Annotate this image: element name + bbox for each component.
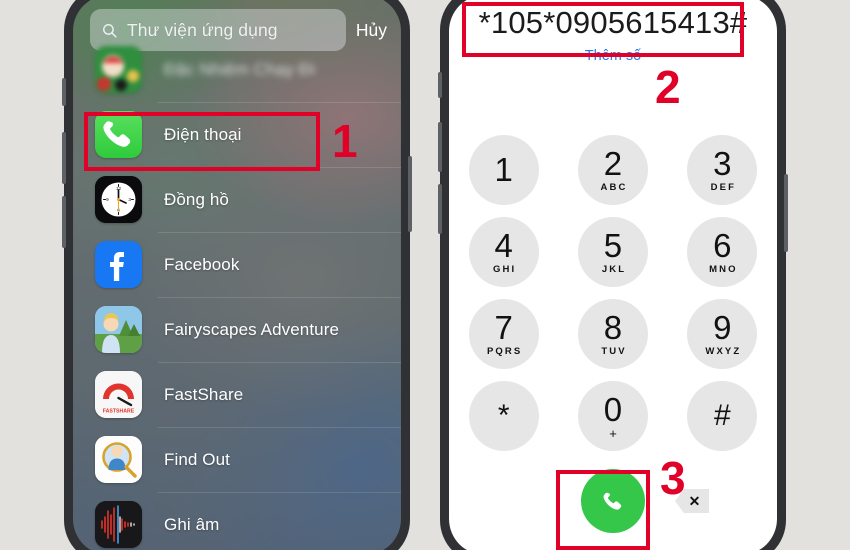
sidebar-item-fairyscapes[interactable]: Fairyscapes Adventure — [73, 297, 401, 362]
dialpad-key-9[interactable]: 9 WXYZ — [687, 299, 758, 369]
power-button[interactable] — [408, 156, 412, 232]
dialpad-key-8[interactable]: 8 TUV — [577, 299, 648, 369]
key-letters: WXYZ — [705, 346, 742, 357]
dialpad-key-star[interactable]: * — [468, 381, 539, 451]
key-letters: ABC — [600, 182, 628, 193]
phone-bezel: Thư viện ứng dụng Hủy Đặc Nhiệm Chạy Đi … — [62, 0, 412, 550]
svg-text:3: 3 — [128, 197, 131, 202]
search-icon — [103, 23, 117, 38]
dialpad-key-3[interactable]: 3 DEF — [687, 135, 758, 205]
phone-handset-glyph — [103, 121, 131, 147]
key-digit: * — [497, 399, 510, 432]
waveform-glyph — [95, 501, 142, 548]
sidebar-item-voice-memos[interactable]: Ghi âm — [73, 492, 401, 550]
phone-app-icon — [95, 111, 142, 158]
mute-switch[interactable] — [438, 72, 442, 98]
sidebar-item-label: Đồng hồ — [164, 189, 229, 209]
dialer-screen: *105*0905615413# Thêm số 1 2 ABC 3 DEF 4… — [449, 0, 777, 550]
clock-face-glyph: 12 3 6 9 — [95, 176, 142, 223]
sidebar-item-clock[interactable]: 12 3 6 9 Đồng hồ — [73, 167, 401, 232]
mute-switch[interactable] — [62, 78, 66, 106]
volume-up-button[interactable] — [62, 132, 66, 184]
power-button[interactable] — [784, 174, 788, 252]
volume-down-button[interactable] — [62, 196, 66, 248]
add-number-link[interactable]: Thêm số — [449, 47, 777, 65]
dialpad-key-6[interactable]: 6 MNO — [687, 217, 758, 287]
right-phone-dialer: *105*0905615413# Thêm số 1 2 ABC 3 DEF 4… — [438, 0, 788, 550]
fastshare-app-icon: FASTSHARE — [95, 371, 142, 418]
sidebar-item-label: Điện thoại — [164, 124, 242, 144]
backspace-icon: ✕ — [688, 492, 701, 509]
dialpad-key-1[interactable]: 1 — [468, 135, 539, 205]
fairyscapes-art — [95, 306, 142, 353]
sidebar-item-findout[interactable]: Find Out — [73, 427, 401, 492]
fastshare-gauge-glyph: FASTSHARE — [95, 371, 142, 418]
key-digit: # — [713, 399, 731, 432]
annotation-number-2: 2 — [655, 61, 681, 113]
dialpad: 1 2 ABC 3 DEF 4 GHI 5 JKL 6 MNO 7 PQRS 8… — [449, 135, 777, 451]
volume-down-button[interactable] — [438, 184, 442, 234]
dialpad-key-4[interactable]: 4 GHI — [468, 217, 539, 287]
findout-magnifier-glyph — [95, 436, 142, 483]
phone-screen-bezel: *105*0905615413# Thêm số 1 2 ABC 3 DEF 4… — [449, 0, 777, 550]
phone-bezel: *105*0905615413# Thêm số 1 2 ABC 3 DEF 4… — [438, 0, 788, 550]
key-letters: TUV — [601, 346, 627, 357]
call-button[interactable] — [581, 469, 645, 533]
volume-up-button[interactable] — [438, 122, 442, 172]
findout-app-icon — [95, 436, 142, 483]
call-row: ✕ — [449, 469, 777, 539]
list-item-label: Đặc Nhiệm Chạy Đi — [164, 59, 315, 79]
dialpad-key-2[interactable]: 2 ABC — [577, 135, 648, 205]
key-digit: 6 — [713, 227, 732, 264]
app-library-screen: Thư viện ứng dụng Hủy Đặc Nhiệm Chạy Đi … — [73, 0, 401, 550]
phone-handset-icon — [603, 492, 621, 510]
christmas-game-art — [95, 46, 142, 93]
sidebar-item-fastshare[interactable]: FASTSHARE FastShare — [73, 362, 401, 427]
key-letters: MNO — [709, 264, 738, 275]
svg-text:FASTSHARE: FASTSHARE — [103, 409, 135, 415]
christmas-game-icon — [95, 46, 142, 93]
key-letters: GHI — [493, 264, 517, 275]
sidebar-item-label: FastShare — [164, 384, 244, 404]
key-digit: 8 — [603, 309, 623, 346]
key-letters: + — [609, 426, 617, 441]
fairyscapes-app-icon — [95, 306, 142, 353]
key-digit: 1 — [494, 151, 513, 188]
left-phone-app-library: Thư viện ứng dụng Hủy Đặc Nhiệm Chạy Đi … — [62, 0, 412, 550]
dialpad-key-7[interactable]: 7 PQRS — [468, 299, 539, 369]
svg-text:9: 9 — [106, 197, 109, 202]
sidebar-item-label: Fairyscapes Adventure — [164, 319, 340, 339]
clock-app-icon: 12 3 6 9 — [95, 176, 142, 223]
sidebar-item-label: Ghi âm — [164, 514, 220, 534]
dialed-number-text: *105*0905615413# — [478, 5, 748, 40]
annotation-number-3: 3 — [660, 452, 686, 504]
list-item[interactable]: Đặc Nhiệm Chạy Đi — [73, 37, 401, 102]
key-digit: 5 — [603, 227, 623, 264]
facebook-app-icon — [95, 241, 142, 288]
sidebar-item-facebook[interactable]: Facebook — [73, 232, 401, 297]
dialpad-key-5[interactable]: 5 JKL — [577, 217, 648, 287]
key-letters: PQRS — [486, 346, 523, 357]
key-digit: 0 — [603, 391, 623, 428]
key-letters: DEF — [710, 182, 736, 193]
key-digit: 7 — [494, 309, 513, 346]
dialed-number-field[interactable]: *105*0905615413# Thêm số — [449, 1, 777, 65]
key-letters: JKL — [601, 264, 627, 275]
key-digit: 2 — [603, 145, 623, 182]
dialpad-key-hash[interactable]: # — [687, 381, 758, 451]
sidebar-item-label: Facebook — [164, 254, 240, 274]
key-digit: 3 — [713, 145, 732, 182]
facebook-f-glyph — [95, 241, 142, 288]
voice-memos-app-icon — [95, 501, 142, 548]
annotation-number-1: 1 — [332, 115, 358, 167]
sidebar-item-label: Find Out — [164, 449, 230, 469]
key-digit: 9 — [713, 309, 732, 346]
phone-screen-bezel: Thư viện ứng dụng Hủy Đặc Nhiệm Chạy Đi … — [73, 0, 401, 550]
dialpad-key-0[interactable]: 0 + — [577, 381, 648, 451]
key-digit: 4 — [494, 227, 513, 264]
